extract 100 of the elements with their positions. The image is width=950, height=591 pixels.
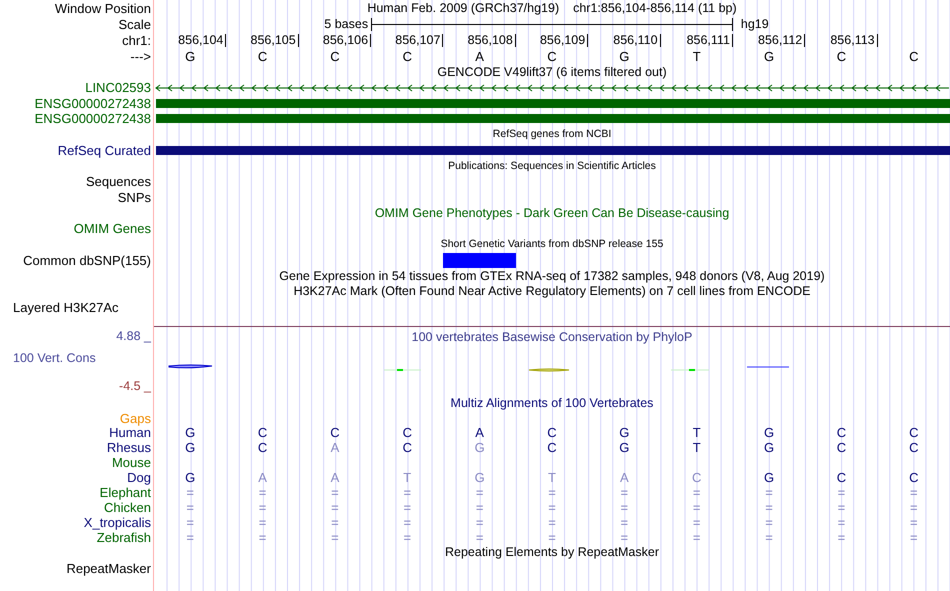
- assembly-label: hg19: [740, 18, 770, 30]
- track-label[interactable]: Window Position: [54, 2, 151, 14]
- aligned-base: G: [184, 471, 196, 484]
- aligned-base: =: [620, 486, 630, 499]
- aligned-base: C: [836, 426, 848, 439]
- aligned-base: G: [763, 471, 776, 484]
- tick-mark: [370, 34, 372, 46]
- aligned-base: =: [764, 531, 774, 544]
- aligned-base: =: [330, 501, 340, 514]
- aligned-base: =: [185, 486, 195, 499]
- tick-mark: [876, 34, 878, 46]
- aligned-base: T: [547, 471, 557, 484]
- track-label[interactable]: chr1:: [122, 34, 151, 46]
- aligned-base: =: [692, 531, 702, 544]
- aligned-base: =: [909, 531, 919, 544]
- track-label[interactable]: RepeatMasker: [66, 562, 151, 574]
- base-letter: G: [184, 50, 196, 62]
- track-label[interactable]: X_tropicalis: [84, 516, 151, 529]
- aligned-base: G: [184, 441, 196, 454]
- base-letter: G: [763, 50, 776, 62]
- position-label: 856,107: [395, 34, 442, 46]
- base-letter: G: [618, 50, 630, 62]
- aligned-base: =: [258, 486, 268, 499]
- track-label[interactable]: Mouse: [112, 456, 151, 469]
- track-label[interactable]: LINC02593: [85, 81, 151, 94]
- aligned-base: C: [402, 441, 413, 454]
- aligned-base: C: [908, 441, 920, 454]
- track-label[interactable]: OMIM Genes: [74, 222, 151, 236]
- position-label: 856,106: [322, 34, 370, 46]
- scale-text: 5 bases: [324, 18, 370, 30]
- track-label[interactable]: Rhesus: [106, 441, 151, 454]
- track-label[interactable]: ENSG00000272438: [34, 96, 151, 110]
- track-title: Repeating Elements by RepeatMasker: [444, 546, 660, 559]
- tick-mark: [804, 34, 806, 46]
- aligned-base: =: [402, 501, 412, 514]
- aligned-base: =: [764, 486, 774, 499]
- track-label[interactable]: Scale: [118, 18, 151, 30]
- track-label[interactable]: Zebrafish: [96, 531, 151, 544]
- aligned-base: =: [764, 516, 774, 529]
- aligned-base: G: [474, 441, 486, 454]
- track-label[interactable]: 100 Vert. Cons: [0, 352, 153, 380]
- aligned-base: G: [618, 441, 630, 454]
- track-label[interactable]: --->: [130, 50, 151, 62]
- aligned-base: C: [546, 441, 558, 454]
- aligned-base: G: [763, 441, 776, 454]
- aligned-base: =: [692, 516, 702, 529]
- aligned-base: A: [330, 441, 340, 454]
- track-label[interactable]: ENSG00000272438: [34, 112, 151, 126]
- aligned-base: =: [330, 486, 340, 499]
- track-title: Short Genetic Variants from dbSNP release 155: [440, 239, 664, 250]
- aligned-base: =: [402, 486, 412, 499]
- gene-bar[interactable]: [156, 98, 950, 108]
- aligned-base: =: [474, 531, 484, 544]
- aligned-base: C: [836, 471, 848, 484]
- aligned-base: C: [256, 441, 268, 454]
- track-label[interactable]: Human: [109, 426, 151, 439]
- aligned-base: =: [330, 516, 340, 529]
- variant-block[interactable]: [443, 252, 516, 268]
- base-letter: C: [256, 50, 268, 62]
- tick-mark: [660, 34, 661, 46]
- track-label[interactable]: Sequences: [86, 175, 151, 188]
- aligned-base: =: [402, 531, 412, 544]
- aligned-base: =: [258, 531, 268, 544]
- aligned-base: =: [258, 501, 268, 514]
- aligned-base: =: [692, 486, 702, 499]
- track-label[interactable]: Dog: [127, 471, 151, 484]
- aligned-base: C: [329, 426, 341, 439]
- aligned-base: G: [618, 426, 630, 439]
- tick-mark: [442, 34, 444, 46]
- assembly-title: Human Feb. 2009 (GRCh37/hg19): [367, 2, 560, 14]
- track-label[interactable]: SNPs: [118, 190, 151, 204]
- aligned-base: A: [474, 426, 485, 439]
- track-label[interactable]: Layered H3K27Ac: [13, 300, 119, 314]
- aligned-base: =: [185, 501, 195, 514]
- track-title: RefSeq genes from NCBI: [492, 129, 612, 140]
- track-label[interactable]: RefSeq Curated: [58, 144, 151, 157]
- track-title: H3K27Ac Mark (Often Found Near Active Regulatory Elements) on 7 cell lines from ENCODE: [292, 285, 812, 298]
- track-label[interactable]: Elephant: [100, 486, 151, 499]
- aligned-base: C: [908, 471, 920, 484]
- aligned-base: =: [474, 516, 484, 529]
- aligned-base: A: [330, 471, 340, 484]
- position-label: 856,110: [613, 34, 659, 46]
- aligned-base: C: [402, 426, 413, 439]
- tick-mark: [225, 34, 226, 46]
- aligned-base: C: [836, 441, 848, 454]
- aligned-base: A: [257, 471, 268, 484]
- aligned-base: =: [836, 531, 846, 544]
- tick-mark: [298, 34, 299, 46]
- aligned-base: =: [474, 486, 484, 499]
- tick-mark: [732, 34, 733, 46]
- gene-bar[interactable]: [156, 114, 950, 124]
- aligned-base: C: [256, 426, 268, 439]
- aligned-base: =: [330, 531, 340, 544]
- track-label[interactable]: Common dbSNP(155): [23, 254, 151, 267]
- aligned-base: =: [836, 486, 846, 499]
- track-label[interactable]: Chicken: [104, 501, 151, 514]
- base-letter: C: [836, 50, 848, 62]
- aligned-base: =: [620, 516, 630, 529]
- position-label: 856,113: [830, 34, 876, 46]
- gene-bar[interactable]: [156, 146, 950, 155]
